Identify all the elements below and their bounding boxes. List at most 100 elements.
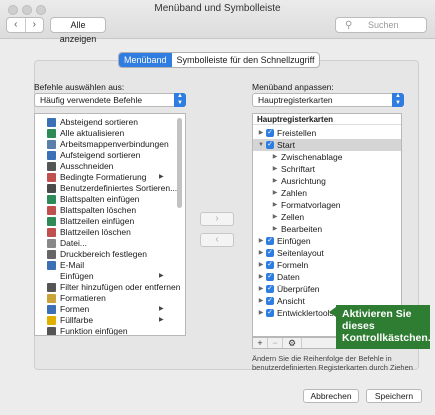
- command-item[interactable]: Formen ▶: [35, 304, 175, 315]
- ribbon-tree-item[interactable]: ▶ Ausrichtung: [253, 175, 401, 187]
- show-all-button[interactable]: Alle anzeigen: [50, 17, 106, 44]
- tab-ribbon[interactable]: Menüband: [119, 53, 172, 67]
- ribbon-tree-label: Ausrichtung: [281, 176, 326, 186]
- ribbon-tabs-value: Hauptregisterkarten: [258, 95, 333, 105]
- collapse-arrow-icon[interactable]: ▼: [257, 139, 265, 151]
- insert-rows-icon: [47, 217, 56, 226]
- ribbon-tree-item[interactable]: ▶ ✓ Daten: [253, 271, 401, 283]
- command-item[interactable]: Druckbereich festlegen: [35, 249, 175, 260]
- expand-arrow-icon[interactable]: ▶: [271, 163, 279, 175]
- command-item[interactable]: Absteigend sortieren: [35, 117, 175, 128]
- cancel-button[interactable]: Abbrechen: [303, 389, 359, 403]
- ribbon-tree-item[interactable]: ▶ Zellen: [253, 211, 401, 223]
- shapes-icon: [47, 305, 56, 314]
- commands-source-select[interactable]: Häufig verwendete Befehle ▲ ▼: [34, 93, 186, 107]
- ribbon-tree-item[interactable]: ▶ ✓ Formeln: [253, 259, 401, 271]
- command-item[interactable]: Ausschneiden: [35, 161, 175, 172]
- command-label: Füllfarbe: [60, 315, 94, 325]
- expand-arrow-icon[interactable]: ▶: [257, 127, 265, 139]
- command-item[interactable]: Blattspalten löschen: [35, 205, 175, 216]
- commands-list[interactable]: Absteigend sortieren Alle aktualisieren Ar…: [34, 113, 186, 336]
- back-button[interactable]: ‹: [7, 18, 26, 32]
- submenu-arrow-icon: ▶: [159, 317, 164, 323]
- tab-checkbox[interactable]: ✓: [266, 237, 274, 245]
- command-item[interactable]: Formatieren: [35, 293, 175, 304]
- save-button[interactable]: Speichern: [366, 389, 422, 403]
- expand-arrow-icon[interactable]: ▶: [271, 175, 279, 187]
- ribbon-tree-label: Daten: [277, 272, 300, 282]
- expand-arrow-icon[interactable]: ▶: [257, 307, 265, 319]
- command-item[interactable]: Funktion einfügen: [35, 326, 175, 335]
- command-item[interactable]: Bedingte Formatierung ▶: [35, 172, 175, 183]
- expand-arrow-icon[interactable]: ▶: [257, 259, 265, 271]
- command-item[interactable]: Blattspalten einfügen: [35, 194, 175, 205]
- remove-command-button[interactable]: ‹: [200, 233, 234, 247]
- commands-list-scrollbar[interactable]: [177, 118, 182, 208]
- tab-checkbox[interactable]: ✓: [266, 249, 274, 257]
- ribbon-tree-item[interactable]: ▶ ✓ Einfügen: [253, 235, 401, 247]
- expand-arrow-icon[interactable]: ▶: [271, 223, 279, 235]
- expand-arrow-icon[interactable]: ▶: [257, 247, 265, 259]
- tab-checkbox[interactable]: ✓: [266, 141, 274, 149]
- command-item[interactable]: Benutzerdefiniertes Sortieren...: [35, 183, 177, 194]
- add-tab-button[interactable]: +: [253, 338, 268, 348]
- expand-arrow-icon[interactable]: ▶: [271, 199, 279, 211]
- command-item[interactable]: Füllfarbe ▶: [35, 315, 175, 326]
- tab-checkbox[interactable]: ✓: [266, 285, 274, 293]
- expand-arrow-icon[interactable]: ▶: [257, 283, 265, 295]
- ribbon-tree-item[interactable]: ▶ ✓ Überprüfen: [253, 283, 401, 295]
- tab-checkbox[interactable]: ✓: [266, 273, 274, 281]
- tab-checkbox[interactable]: ✓: [266, 309, 274, 317]
- tab-checkbox[interactable]: ✓: [266, 297, 274, 305]
- tab-checkbox[interactable]: ✓: [266, 261, 274, 269]
- command-item[interactable]: Einfügen ▶: [35, 271, 175, 282]
- expand-arrow-icon[interactable]: ▶: [271, 151, 279, 163]
- command-item[interactable]: Alle aktualisieren: [35, 128, 175, 139]
- submenu-arrow-icon: ▶: [159, 174, 164, 180]
- nav-buttons: ‹ ›: [6, 17, 44, 33]
- expand-arrow-icon[interactable]: ▶: [271, 211, 279, 223]
- command-item[interactable]: Blattzeilen einfügen: [35, 216, 175, 227]
- add-command-button[interactable]: ›: [200, 212, 234, 226]
- command-item[interactable]: Arbeitsmappenverbindungen: [35, 139, 175, 150]
- command-item[interactable]: Datei...: [35, 238, 175, 249]
- ribbon-tree-item[interactable]: ▶ Schriftart: [253, 163, 401, 175]
- ribbon-tree-label: Bearbeiten: [281, 224, 323, 234]
- ribbon-tree-label: Ansicht: [277, 296, 305, 306]
- ribbon-tree-item[interactable]: ▶ Zahlen: [253, 187, 401, 199]
- ribbon-tree-label: Formeln: [277, 260, 309, 270]
- delete-rows-icon: [47, 228, 56, 237]
- connections-icon: [47, 140, 56, 149]
- ribbon-tree-item[interactable]: ▶ ✓ Seitenlayout: [253, 247, 401, 259]
- file-icon: [47, 239, 56, 248]
- command-item[interactable]: Blattzeilen löschen: [35, 227, 175, 238]
- customize-ribbon-label: Menüband anpassen:: [252, 82, 334, 92]
- command-item[interactable]: Filter hinzufügen oder entfernen: [35, 282, 181, 293]
- filter-icon: [47, 283, 56, 292]
- ribbon-tree-item[interactable]: ▶ Bearbeiten: [253, 223, 401, 235]
- callout-box: Aktivieren Sie dieses Kontrollkästchen.: [336, 305, 431, 349]
- command-item[interactable]: E-Mail: [35, 260, 175, 271]
- ribbon-tree-label: Start: [277, 140, 295, 150]
- ribbon-tree-item[interactable]: ▶ ✓ Freistellen: [253, 127, 401, 139]
- ribbon-tabs-select[interactable]: Hauptregisterkarten ▲ ▼: [252, 93, 404, 107]
- command-item[interactable]: Aufsteigend sortieren: [35, 150, 175, 161]
- expand-arrow-icon[interactable]: ▶: [257, 271, 265, 283]
- expand-arrow-icon[interactable]: ▶: [257, 235, 265, 247]
- ribbon-tree-item[interactable]: ▼ ✓ Start: [253, 139, 401, 151]
- select-arrows-icon: ▲ ▼: [392, 93, 404, 107]
- ribbon-tree-label: Seitenlayout: [277, 248, 324, 258]
- forward-button[interactable]: ›: [26, 18, 44, 32]
- gear-icon[interactable]: ⚙: [283, 338, 302, 348]
- search-input[interactable]: ⚲ Suchen: [335, 17, 427, 33]
- ribbon-tree-item[interactable]: ▶ Zwischenablage: [253, 151, 401, 163]
- expand-arrow-icon[interactable]: ▶: [257, 295, 265, 307]
- command-label: Druckbereich festlegen: [60, 249, 147, 259]
- tab-quick-access[interactable]: Symbolleiste für den Schnellzugriff: [172, 53, 320, 67]
- remove-tab-button[interactable]: −: [268, 338, 283, 348]
- tab-checkbox[interactable]: ✓: [266, 129, 274, 137]
- ribbon-tree[interactable]: Hauptregisterkarten ▶ ✓ Freistellen ▼ ✓ Start…: [252, 113, 402, 337]
- expand-arrow-icon[interactable]: ▶: [271, 187, 279, 199]
- ribbon-tree-item[interactable]: ▶ Formatvorlagen: [253, 199, 401, 211]
- ribbon-tree-label: Freistellen: [277, 128, 317, 138]
